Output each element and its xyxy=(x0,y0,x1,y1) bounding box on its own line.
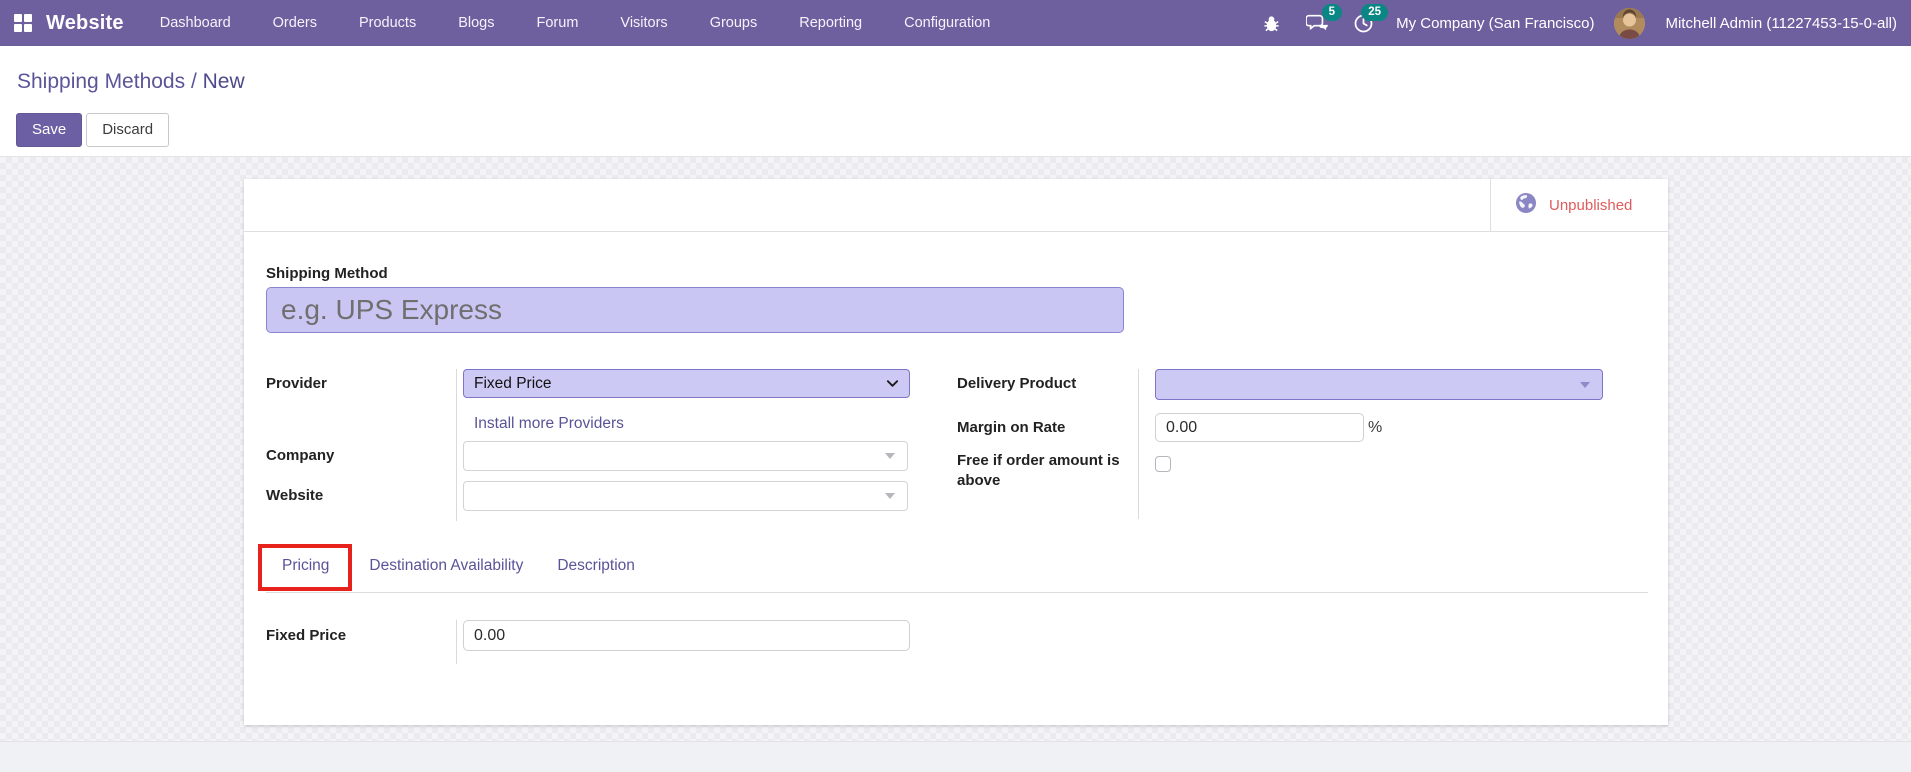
activities-clock-icon[interactable]: 25 xyxy=(1350,10,1376,36)
breadcrumb: Shipping Methods / New xyxy=(17,70,245,94)
tab-pricing[interactable]: Pricing xyxy=(282,557,329,575)
unpublished-status-label: Unpublished xyxy=(1549,197,1632,214)
apps-grid-icon[interactable] xyxy=(14,14,32,32)
free-if-order-amount-label: Free if order amount is above xyxy=(957,451,1129,491)
control-panel: Shipping Methods / New Save Discard xyxy=(0,46,1911,157)
fixed-price-input[interactable] xyxy=(463,620,910,651)
provider-selected-value: Fixed Price xyxy=(474,375,552,393)
delivery-product-label: Delivery Product xyxy=(957,375,1076,392)
debug-bug-icon[interactable] xyxy=(1258,10,1284,36)
install-more-providers-link[interactable]: Install more Providers xyxy=(474,415,624,433)
app-name[interactable]: Website xyxy=(46,12,124,35)
percent-suffix: % xyxy=(1368,419,1382,437)
publish-toggle[interactable]: Unpublished xyxy=(1490,179,1668,232)
shipping-method-name-input[interactable] xyxy=(266,287,1124,333)
free-if-order-amount-checkbox[interactable] xyxy=(1155,456,1171,472)
provider-select[interactable]: Fixed Price xyxy=(463,369,910,398)
menu-groups[interactable]: Groups xyxy=(710,15,758,31)
menu-visitors[interactable]: Visitors xyxy=(620,15,667,31)
shipping-method-form-card: Unpublished Shipping Method Provider Fix… xyxy=(244,179,1668,725)
chevron-down-icon xyxy=(886,377,899,390)
messages-count-badge: 5 xyxy=(1322,4,1342,21)
top-navbar: Website Dashboard Orders Products Blogs … xyxy=(0,0,1911,46)
globe-icon xyxy=(1515,192,1537,219)
tab-description[interactable]: Description xyxy=(557,557,635,575)
footer-band xyxy=(0,741,1911,772)
breadcrumb-separator: / xyxy=(185,70,203,93)
menu-products[interactable]: Products xyxy=(359,15,416,31)
pricing-group-separator xyxy=(456,620,457,664)
delivery-product-dropdown[interactable] xyxy=(1155,369,1603,400)
website-label: Website xyxy=(266,487,323,504)
company-dropdown[interactable] xyxy=(463,441,908,471)
navbar-left: Website Dashboard Orders Products Blogs … xyxy=(14,12,990,35)
messages-icon[interactable]: 5 xyxy=(1304,10,1330,36)
main-menu: Dashboard Orders Products Blogs Forum Vi… xyxy=(160,15,991,31)
save-button[interactable]: Save xyxy=(16,113,82,147)
user-avatar[interactable] xyxy=(1614,8,1645,39)
action-buttons: Save Discard xyxy=(16,113,169,147)
company-switcher[interactable]: My Company (San Francisco) xyxy=(1396,15,1594,32)
menu-configuration[interactable]: Configuration xyxy=(904,15,990,31)
tabs-underline xyxy=(266,592,1648,593)
notebook-tabs: Pricing Destination Availability Descrip… xyxy=(266,557,635,575)
activities-count-badge: 25 xyxy=(1361,4,1388,21)
discard-button[interactable]: Discard xyxy=(86,113,169,147)
shipping-method-label: Shipping Method xyxy=(266,265,388,282)
fixed-price-label: Fixed Price xyxy=(266,627,346,644)
form-status-ribbon: Unpublished xyxy=(244,179,1668,232)
provider-label: Provider xyxy=(266,375,327,392)
caret-down-icon xyxy=(1580,382,1590,388)
company-label: Company xyxy=(266,447,334,464)
tab-destination-availability[interactable]: Destination Availability xyxy=(369,557,523,575)
user-menu[interactable]: Mitchell Admin (11227453-15-0-all) xyxy=(1665,15,1897,32)
odoo-website-app: Website Dashboard Orders Products Blogs … xyxy=(0,0,1911,772)
caret-down-icon xyxy=(885,453,895,459)
breadcrumb-parent[interactable]: Shipping Methods xyxy=(17,70,185,93)
menu-blogs[interactable]: Blogs xyxy=(458,15,494,31)
margin-on-rate-label: Margin on Rate xyxy=(957,419,1065,436)
navbar-right: 5 25 My Company (San Francisco) xyxy=(1258,8,1897,39)
left-group-separator xyxy=(456,369,457,521)
form-view-background: Unpublished Shipping Method Provider Fix… xyxy=(0,157,1911,741)
caret-down-icon xyxy=(885,493,895,499)
margin-on-rate-input[interactable] xyxy=(1155,413,1364,442)
menu-forum[interactable]: Forum xyxy=(537,15,579,31)
website-dropdown[interactable] xyxy=(463,481,908,511)
menu-dashboard[interactable]: Dashboard xyxy=(160,15,231,31)
menu-orders[interactable]: Orders xyxy=(273,15,317,31)
right-group-separator xyxy=(1138,369,1139,519)
breadcrumb-current: New xyxy=(203,70,245,93)
menu-reporting[interactable]: Reporting xyxy=(799,15,862,31)
